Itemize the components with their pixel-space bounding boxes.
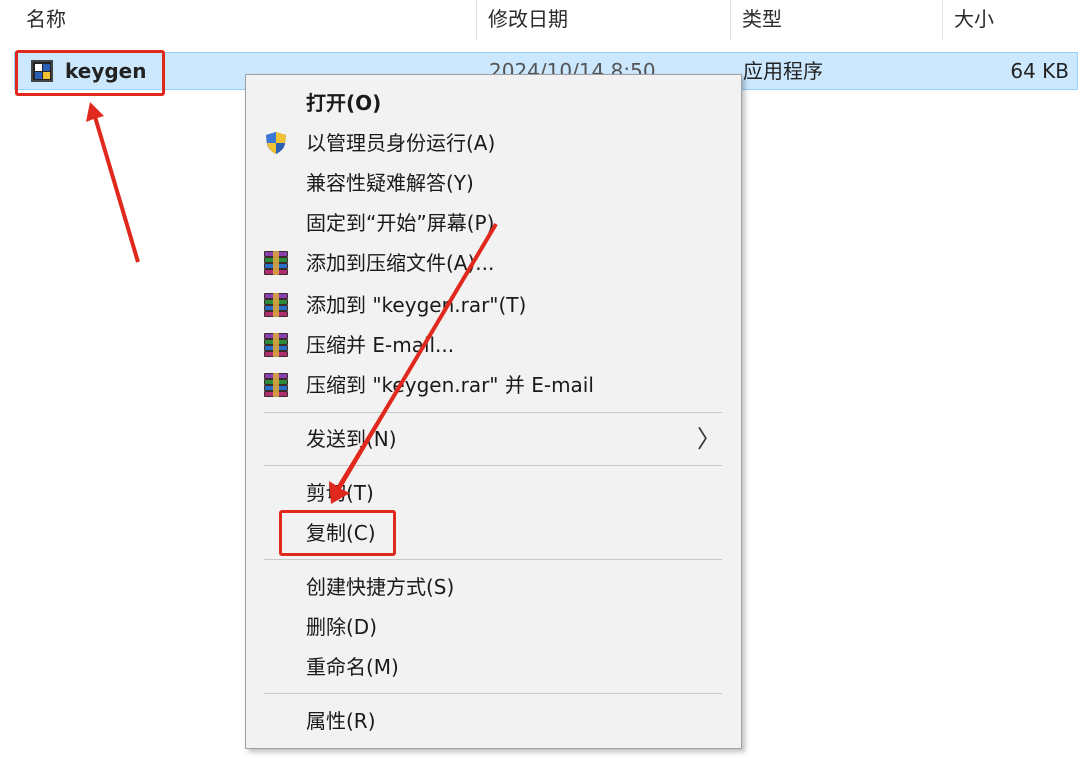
menu-separator [264,559,722,560]
menu-separator [264,693,722,694]
menu-item-label: 剪切(T) [306,481,374,505]
menu-item-label: 固定到“开始”屏幕(P) [306,211,495,235]
menu-item-label: 打开(O) [306,91,382,115]
winrar-icon [264,373,290,399]
menu-item-properties[interactable]: 属性(R) [246,701,741,741]
file-size: 64 KB [1010,59,1069,83]
menu-item-label: 添加到压缩文件(A)... [306,251,495,275]
annotation-arrow-to-file [86,102,138,262]
context-menu: 打开(O) 以管理员身份运行(A) 兼容性疑难解答(Y) 固定到“开始”屏幕(P… [245,74,742,749]
menu-item-label: 压缩到 "keygen.rar" 并 E-mail [306,373,594,397]
menu-item-run-as-admin[interactable]: 以管理员身份运行(A) [246,123,741,163]
column-header: 名称 修改日期 类型 大小 [0,0,1080,42]
chevron-right-icon: 〉 [697,425,721,453]
winrar-icon [264,293,290,319]
menu-item-label: 重命名(M) [306,655,399,679]
menu-item-label: 以管理员身份运行(A) [306,131,496,155]
menu-item-rename[interactable]: 重命名(M) [246,647,741,687]
column-name[interactable]: 名称 [14,4,474,38]
column-modified[interactable]: 修改日期 [476,4,728,38]
file-type: 应用程序 [743,59,823,83]
menu-item-add-to-rar[interactable]: 添加到 "keygen.rar"(T) [246,285,741,325]
menu-item-compress-to-rar-and-email[interactable]: 压缩到 "keygen.rar" 并 E-mail [246,365,741,405]
annotation-highlight-copy [279,510,396,556]
menu-item-label: 属性(R) [306,709,376,733]
winrar-icon [264,333,290,359]
menu-item-open[interactable]: 打开(O) [246,83,741,123]
menu-item-cut[interactable]: 剪切(T) [246,473,741,513]
annotation-highlight-file [15,50,165,96]
winrar-icon [264,251,290,277]
menu-item-pin-to-start[interactable]: 固定到“开始”屏幕(P) [246,203,741,243]
menu-separator [264,465,722,466]
menu-item-label: 删除(D) [306,615,378,639]
menu-item-add-to-archive[interactable]: 添加到压缩文件(A)... [246,243,741,283]
menu-item-label: 压缩并 E-mail... [306,333,455,357]
menu-item-label: 创建快捷方式(S) [306,575,455,599]
menu-item-send-to[interactable]: 发送到(N) 〉 [246,419,741,459]
annotation-arrow-shaft [91,109,140,263]
column-type[interactable]: 类型 [730,4,940,38]
menu-item-label: 添加到 "keygen.rar"(T) [306,293,527,317]
column-size[interactable]: 大小 [942,4,1078,38]
menu-item-label: 兼容性疑难解答(Y) [306,171,474,195]
menu-item-troubleshoot-compatibility[interactable]: 兼容性疑难解答(Y) [246,163,741,203]
uac-shield-icon [266,132,286,154]
menu-item-delete[interactable]: 删除(D) [246,607,741,647]
menu-item-compress-and-email[interactable]: 压缩并 E-mail... [246,325,741,365]
menu-separator [264,412,722,413]
menu-item-create-shortcut[interactable]: 创建快捷方式(S) [246,567,741,607]
menu-item-label: 发送到(N) [306,427,397,451]
